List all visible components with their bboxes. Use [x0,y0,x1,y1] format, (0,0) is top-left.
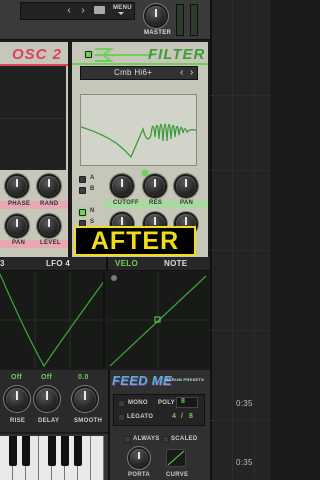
filter-response-display[interactable] [80,94,197,166]
route-n-toggle[interactable] [79,209,86,216]
route-b-label: B [90,186,95,192]
pan-knob[interactable] [7,216,27,236]
legato-voices-a[interactable]: 4 [172,413,176,420]
scaled-toggle[interactable] [162,436,169,443]
lfo-curve [0,272,103,368]
timeline-grid-line [210,250,270,251]
folder-icon[interactable] [94,6,105,14]
timeline-grid-line [210,330,270,331]
velocity-curve [108,272,208,368]
poly-value-box[interactable] [176,397,198,408]
smooth-value[interactable]: 0.0 [78,374,89,381]
filter-type-value: Cmb Hi6+ [114,68,153,77]
porta-knob[interactable] [130,449,148,467]
phase-label: PHASE [8,201,31,207]
next-preset-button[interactable]: › [76,2,90,20]
timeline-time-label: 0:35 [236,399,253,408]
phase-knob[interactable] [7,176,27,196]
timeline-grid-line [232,0,233,480]
poly-value: 8 [181,398,186,405]
feed-me-logo: FEED ME [112,373,172,388]
mono-label: MONO [128,400,148,406]
delay-value[interactable]: Off [41,374,52,381]
filter-title: FILTER [148,46,206,63]
always-label: ALWAYS [133,436,160,442]
cutoff-knob[interactable] [112,176,132,196]
chevron-left-icon[interactable]: ‹ [180,67,183,79]
filter-header-line [72,63,208,65]
filter-enable-toggle[interactable] [85,51,92,58]
rand-label: RAND [40,201,59,207]
porta-label: PORTA [128,472,151,478]
curve-display[interactable] [166,449,186,467]
lfo-graph[interactable] [0,272,105,368]
curve-label: CURVE [166,472,189,478]
route-b-toggle[interactable] [79,187,86,194]
chevron-right-icon[interactable]: › [190,67,193,79]
res-modulation-indicator [142,170,148,176]
chevron-down-icon [118,12,124,15]
delay-label: DELAY [38,418,60,424]
master-label: MASTER [144,30,172,36]
delay-knob[interactable] [36,388,58,410]
piano-key[interactable] [91,436,104,480]
tab-lfo-3[interactable]: 3 [0,259,5,268]
level-knob[interactable] [39,216,59,236]
res-label: RES [149,200,163,206]
curve-icon [167,450,185,466]
piano-key-black[interactable] [74,436,82,466]
tab-divider [106,257,108,271]
menu-button[interactable]: MENU [113,5,132,11]
cutoff-label: CUTOFF [113,200,140,206]
legato-toggle[interactable] [118,414,125,421]
timeline-grid-line [210,170,270,171]
tab-velo[interactable]: VELO [115,259,138,268]
level-meter-right [190,4,198,36]
route-a-label: A [90,175,95,181]
osc2-title: OSC 2 [12,46,63,63]
legato-voices-b[interactable]: 8 [189,413,193,420]
poly-label: POLY [158,400,175,406]
velocity-graph[interactable] [108,272,208,368]
level-meter-left [176,4,184,36]
route-n-label: N [90,208,95,214]
daw-timeline-area [210,0,270,480]
piano-key-black[interactable] [22,436,30,466]
timeline-time-label: 0:35 [236,458,253,467]
legato-label: LEGATO [127,414,154,420]
res-knob[interactable] [145,176,165,196]
piano-key-black[interactable] [48,436,56,466]
rand-knob[interactable] [39,176,59,196]
filter-pan-knob[interactable] [176,176,196,196]
osc2-display-grid [0,118,66,119]
rise-knob[interactable] [6,388,28,410]
feed-me-logo-subtitle: SERUM PRESETS [166,377,205,382]
smooth-label: SMOOTH [74,418,103,424]
piano-key-black[interactable] [61,436,69,466]
filter-curve [81,123,196,159]
route-a-toggle[interactable] [79,176,86,183]
after-overlay-text: AFTER [90,227,180,255]
rise-value[interactable]: Off [11,374,22,381]
piano-keyboard[interactable] [0,434,108,480]
scaled-label: SCALED [171,436,198,442]
osc2-pan-label: PAN [12,240,26,246]
timeline-grid-line [210,420,270,421]
rise-label: RISE [10,418,26,424]
master-volume-knob[interactable] [146,6,166,26]
prev-preset-button[interactable]: ‹ [62,2,76,20]
route-s-label: S [90,219,95,225]
timeline-grid-line [210,95,270,96]
level-label: LEVEL [40,240,61,246]
piano-key-black[interactable] [9,436,17,466]
tab-lfo-4[interactable]: LFO 4 [46,259,70,268]
always-toggle[interactable] [124,436,131,443]
legato-separator: / [181,413,184,420]
tab-note[interactable]: NOTE [164,259,187,268]
daw-track-divider [210,0,212,480]
pan-label: PAN [180,200,194,206]
mono-toggle[interactable] [118,400,125,407]
smooth-knob[interactable] [74,388,96,410]
timeline-grid-line [254,0,255,480]
